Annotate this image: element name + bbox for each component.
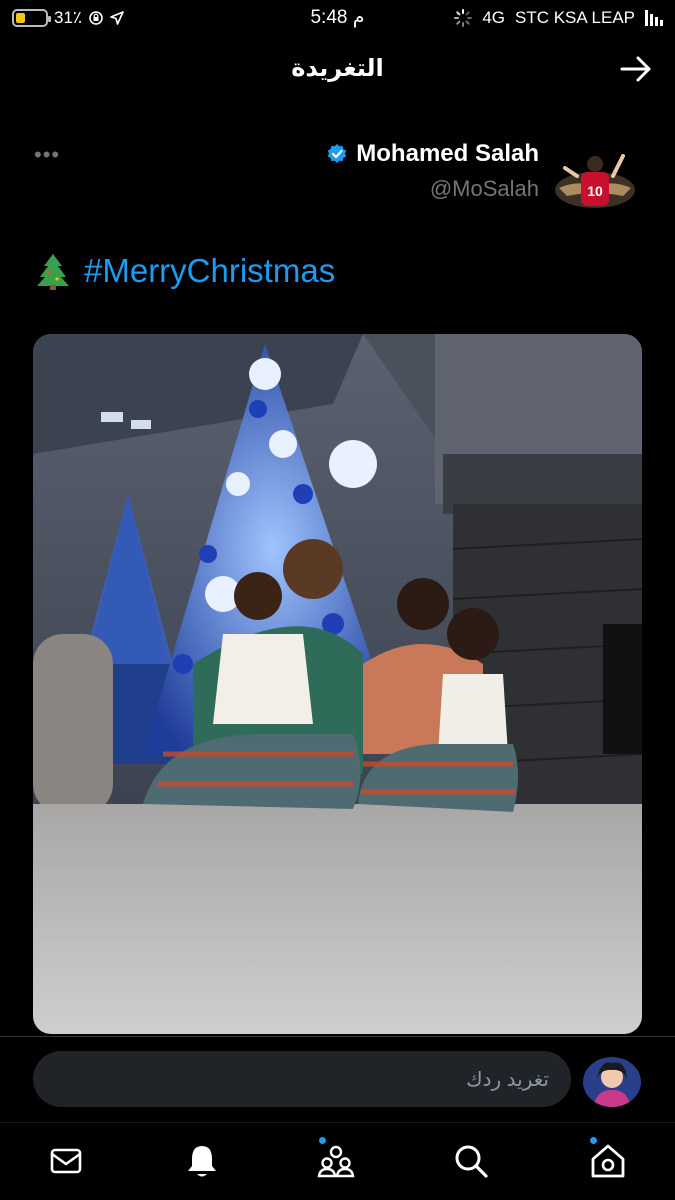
tweet-text: #MerryChristmas — [36, 252, 335, 290]
communities-icon — [317, 1145, 355, 1178]
carrier-name: STC KSA LEAP — [515, 8, 635, 27]
user-avatar[interactable] — [583, 1057, 641, 1107]
back-button[interactable] — [619, 54, 653, 84]
status-bar: 31٪ 5:48 م 4G STC KSA LEAP — [0, 0, 675, 36]
arrow-right-icon — [620, 56, 651, 82]
nav-messages[interactable] — [46, 1141, 86, 1181]
bell-icon — [188, 1146, 216, 1177]
svg-text:10: 10 — [587, 183, 603, 199]
author-name: Mohamed Salah — [356, 140, 539, 167]
communities-unread-dot — [319, 1137, 326, 1144]
author-handle: @MoSalah — [429, 176, 539, 201]
christmas-tree-icon — [37, 254, 69, 290]
family-christmas-photo — [33, 334, 642, 1034]
more-icon: ••• — [34, 142, 61, 167]
hashtag-link[interactable]: #MerryChristmas — [84, 252, 335, 290]
status-right: 4G STC KSA LEAP — [454, 8, 663, 28]
more-button[interactable]: ••• — [34, 142, 60, 168]
reply-input[interactable]: تغريد ردك — [33, 1051, 571, 1107]
author-avatar[interactable]: 10 — [551, 150, 639, 216]
network-type: 4G — [482, 8, 505, 27]
nav-home[interactable] — [588, 1137, 628, 1181]
tweet-photo[interactable] — [33, 334, 642, 1034]
tweet-author[interactable]: Mohamed Salah @MoSalah — [326, 140, 539, 202]
loading-icon — [454, 9, 473, 27]
mail-icon — [50, 1148, 82, 1174]
page-title: التغريدة — [291, 55, 384, 82]
bottom-nav — [0, 1122, 675, 1200]
nav-notifications[interactable] — [182, 1141, 222, 1181]
home-icon — [591, 1144, 625, 1178]
nav-communities[interactable] — [316, 1137, 356, 1181]
reply-bar: تغريد ردك — [0, 1036, 675, 1122]
tweet-header: التغريدة — [0, 40, 675, 100]
home-unread-dot — [590, 1137, 597, 1144]
nav-search[interactable] — [451, 1141, 491, 1181]
author-name-row: Mohamed Salah — [326, 140, 539, 168]
search-icon — [455, 1145, 488, 1178]
signal-icon — [645, 10, 663, 26]
verified-badge-icon — [328, 144, 347, 163]
reply-placeholder: تغريد ردك — [466, 1068, 549, 1091]
